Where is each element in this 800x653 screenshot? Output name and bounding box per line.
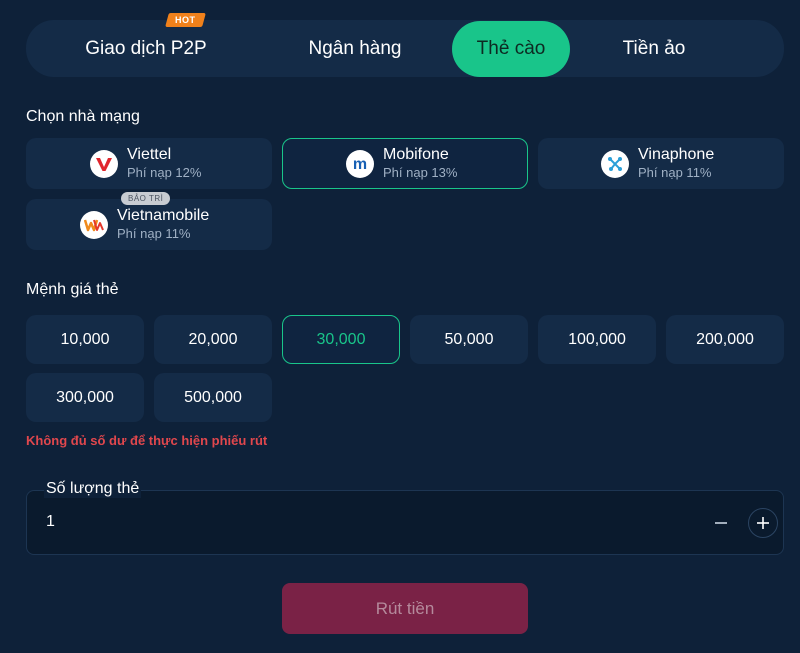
tab-scratch-card-label: Thẻ cào: [476, 37, 546, 59]
tab-crypto[interactable]: Tiền ảo: [570, 21, 738, 77]
tab-bar: Giao dịch P2P HOT Ngân hàng Thẻ cào Tiền…: [26, 12, 784, 77]
carrier-viettel[interactable]: Viettel Phí nạp 12%: [26, 138, 272, 189]
quantity-field[interactable]: [26, 490, 784, 555]
plus-icon[interactable]: [748, 508, 778, 538]
tab-crypto-label: Tiền ảo: [622, 37, 686, 59]
withdraw-card-page: Giao dịch P2P HOT Ngân hàng Thẻ cào Tiền…: [0, 0, 800, 653]
tab-bank-label: Ngân hàng: [308, 37, 402, 59]
maintenance-badge: BẢO TRÌ: [121, 192, 171, 205]
carrier-fee: Phí nạp 11%: [117, 226, 191, 242]
denomination-section-title: Mệnh giá thẻ: [26, 281, 119, 298]
mobifone-logo-icon: m: [346, 149, 374, 178]
tab-p2p-label: Giao dịch P2P: [85, 37, 207, 59]
svg-text:m: m: [353, 156, 367, 172]
carrier-vietnamobile[interactable]: BẢO TRÌ Vietnamobile Phí nạp 11%: [26, 192, 272, 250]
carrier-section-title: Chọn nhà mạng: [26, 108, 140, 125]
denomination-option[interactable]: 20,000: [154, 315, 272, 364]
denomination-option[interactable]: 10,000: [26, 315, 144, 364]
carrier-mobifone[interactable]: m Mobifone Phí nạp 13%: [282, 138, 528, 189]
carrier-fee: Phí nạp 12%: [127, 165, 202, 181]
insufficient-balance-error: Không đủ số dư để thực hiện phiếu rút: [26, 433, 268, 448]
tab-p2p[interactable]: Giao dịch P2P HOT: [34, 12, 258, 77]
tab-bank[interactable]: Ngân hàng: [258, 21, 452, 77]
vietnamobile-logo-icon: [80, 210, 108, 239]
denomination-option[interactable]: 100,000: [538, 315, 656, 364]
denomination-option[interactable]: 500,000: [154, 373, 272, 422]
denomination-option-selected[interactable]: 30,000: [282, 315, 400, 364]
carrier-name: Mobifone: [383, 146, 449, 164]
carrier-fee: Phí nạp 13%: [383, 165, 458, 181]
vinaphone-logo-icon: [601, 149, 629, 178]
hot-badge: HOT: [165, 12, 206, 27]
carrier-name: Viettel: [127, 146, 172, 164]
quantity-input[interactable]: 1: [46, 513, 55, 531]
denomination-option[interactable]: 300,000: [26, 373, 144, 422]
carrier-name: Vietnamobile: [117, 207, 210, 225]
minus-icon[interactable]: [706, 508, 736, 538]
carrier-name: Vinaphone: [638, 146, 715, 164]
carrier-fee: Phí nạp 11%: [638, 165, 712, 181]
withdraw-button[interactable]: Rút tiền: [282, 583, 528, 634]
denomination-option[interactable]: 50,000: [410, 315, 528, 364]
quantity-label: Số lượng thẻ: [44, 480, 142, 498]
tab-scratch-card[interactable]: Thẻ cào: [452, 20, 570, 77]
denomination-option[interactable]: 200,000: [666, 315, 784, 364]
carrier-vinaphone[interactable]: Vinaphone Phí nạp 11%: [538, 138, 784, 189]
viettel-logo-icon: [90, 149, 118, 178]
